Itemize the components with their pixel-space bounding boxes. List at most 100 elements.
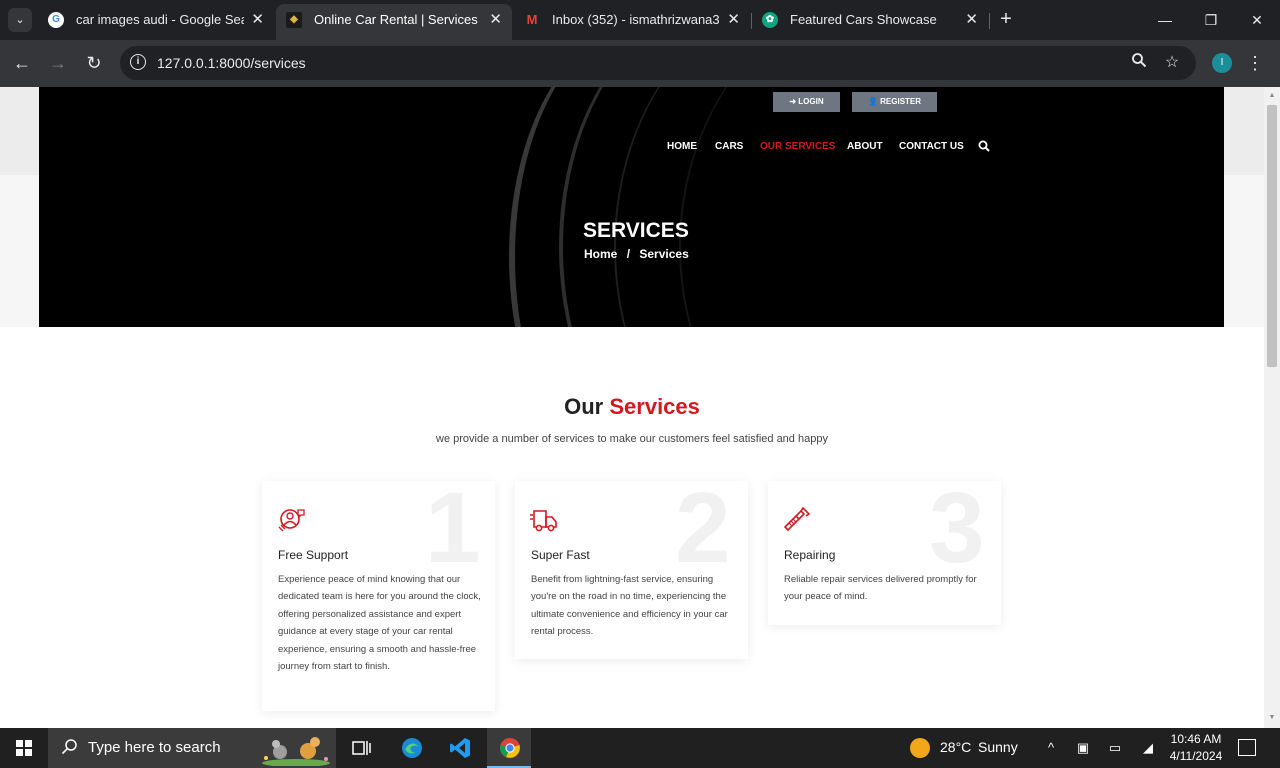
register-label: REGISTER <box>880 97 922 106</box>
nav-home[interactable]: HOME <box>667 141 697 153</box>
tab-separator <box>989 13 990 29</box>
more-menu-icon[interactable]: ⋮ <box>1246 52 1264 74</box>
start-button[interactable] <box>0 728 48 768</box>
card-number: 1 <box>425 472 481 584</box>
tab-title: Featured Cars Showcase <box>790 12 937 27</box>
service-card: 2 Super Fast Benefit from lightning-fast… <box>515 473 748 659</box>
section-title: Our Services <box>0 394 1264 420</box>
taskbar-search-placeholder: Type here to search <box>88 739 221 756</box>
back-arrow-icon[interactable]: ← <box>9 50 35 76</box>
site-logo-icon: ◆ <box>286 12 302 28</box>
battery-icon[interactable]: ▭ <box>1107 740 1123 756</box>
tab-search-chevron-icon[interactable]: ⌄ <box>8 8 32 32</box>
weather-condition[interactable]: Sunny <box>978 739 1018 755</box>
site-info-icon[interactable]: i <box>130 54 146 70</box>
login-label: LOGIN <box>798 97 824 106</box>
scroll-down-arrow-icon[interactable]: ▼ <box>1264 711 1280 725</box>
page-scrollbar[interactable]: ▲ ▼ <box>1264 87 1280 728</box>
windows-logo-icon <box>16 740 32 756</box>
page-title: SERVICES <box>583 219 689 242</box>
section-title-plain: Our <box>564 394 604 419</box>
breadcrumb-current: Services <box>639 247 689 261</box>
bookmark-star-icon[interactable]: ☆ <box>1161 52 1183 74</box>
windows-taskbar: Type here to search 28°C Sunny ^ ▣ ▭ ◢ 1… <box>0 728 1280 768</box>
zoom-icon[interactable] <box>1128 52 1150 74</box>
nav-about[interactable]: ABOUT <box>847 141 883 153</box>
tab-services[interactable]: ◆ Online Car Rental | Services ✕ <box>276 4 512 40</box>
hero-light-streak <box>679 87 1119 327</box>
tab-title: Online Car Rental | Services <box>314 12 478 27</box>
nav-contact-us[interactable]: CONTACT US <box>899 141 964 153</box>
card-title: Free Support <box>278 548 349 562</box>
tab-gmail-inbox[interactable]: M Inbox (352) - ismathrizwana356@gmail.c… <box>514 4 750 40</box>
repair-tool-icon <box>783 506 811 532</box>
scrollbar-thumb[interactable] <box>1267 105 1277 367</box>
task-view-icon <box>352 741 371 755</box>
user-plus-icon: 👤 <box>867 97 878 106</box>
weather-sun-icon[interactable] <box>910 738 930 758</box>
card-number: 3 <box>929 472 985 584</box>
section-subtitle: we provide a number of services to make … <box>436 433 828 445</box>
breadcrumb-home[interactable]: Home <box>584 247 617 261</box>
vscode-icon <box>450 738 470 758</box>
profile-avatar[interactable]: I <box>1212 53 1232 73</box>
browser-toolbar: ← → ↻ i 127.0.0.1:8000/services ☆ I ⋮ <box>0 40 1280 87</box>
browser-tab-bar: ⌄ G car images audi - Google Search ✕ ◆ … <box>0 0 1280 40</box>
card-number: 2 <box>675 472 731 584</box>
tab-google-search[interactable]: G car images audi - Google Search ✕ <box>38 4 274 40</box>
section-title-accent: Services <box>609 394 700 419</box>
taskbar-search-box[interactable]: Type here to search <box>48 728 336 768</box>
support-icon <box>278 509 305 532</box>
breadcrumb-separator: / <box>626 247 631 261</box>
edge-icon <box>402 738 422 758</box>
service-card: 1 Free Support Experience peace of mind … <box>262 473 495 711</box>
breadcrumb: Home / Services <box>584 247 689 261</box>
chrome-icon <box>500 738 520 758</box>
google-icon: G <box>48 12 64 28</box>
delivery-truck-icon <box>530 510 557 532</box>
nav-our-services[interactable]: OUR SERVICES <box>760 141 835 153</box>
task-view-button[interactable] <box>338 728 382 768</box>
new-tab-button[interactable]: + <box>994 8 1018 32</box>
search-icon[interactable] <box>978 140 990 156</box>
card-title: Repairing <box>784 548 836 562</box>
close-icon[interactable]: ✕ <box>251 4 264 36</box>
wifi-icon[interactable]: ◢ <box>1140 740 1156 756</box>
meet-now-icon[interactable]: ▣ <box>1075 740 1091 756</box>
weather-temp[interactable]: 28°C <box>940 739 971 755</box>
close-icon[interactable]: ✕ <box>965 4 978 36</box>
hero-banner: ➜ LOGIN 👤 REGISTER HOME CARS OUR SERVICE… <box>39 87 1224 327</box>
close-icon[interactable]: ✕ <box>489 4 502 36</box>
taskbar-chrome[interactable] <box>487 728 531 768</box>
card-text: Experience peace of mind knowing that ou… <box>278 574 481 673</box>
taskbar-edge[interactable] <box>389 728 433 768</box>
search-highlight-illustration <box>262 737 330 766</box>
tab-featured-cars[interactable]: ✿ Featured Cars Showcase ✕ <box>752 4 988 40</box>
clock-date: 4/11/2024 <box>1169 749 1223 763</box>
restore-button[interactable]: ❐ <box>1188 0 1234 40</box>
address-bar[interactable]: i 127.0.0.1:8000/services ☆ <box>120 46 1196 80</box>
clock-time: 10:46 AM <box>1170 732 1222 746</box>
card-text: Benefit from lightning-fast service, ens… <box>531 574 728 638</box>
chevron-up-icon[interactable]: ^ <box>1043 740 1059 756</box>
login-icon: ➜ <box>789 97 797 106</box>
gmail-icon: M <box>526 12 538 27</box>
url-text[interactable]: 127.0.0.1:8000/services <box>157 46 306 80</box>
scroll-up-arrow-icon[interactable]: ▲ <box>1264 89 1280 103</box>
forward-arrow-icon[interactable]: → <box>45 50 71 76</box>
register-button[interactable]: 👤 REGISTER <box>852 92 937 112</box>
close-icon[interactable]: ✕ <box>727 4 740 36</box>
notification-icon[interactable] <box>1238 739 1256 756</box>
reload-icon[interactable]: ↻ <box>81 50 107 76</box>
login-button[interactable]: ➜ LOGIN <box>773 92 840 112</box>
nav-cars[interactable]: CARS <box>715 141 743 153</box>
window-close-button[interactable]: ✕ <box>1234 0 1280 40</box>
search-icon <box>61 738 79 756</box>
minimize-button[interactable]: — <box>1142 0 1188 40</box>
service-card: 3 Repairing Reliable repair services del… <box>768 473 1001 625</box>
tab-title: car images audi - Google Search <box>76 12 244 27</box>
taskbar-vscode[interactable] <box>437 728 481 768</box>
card-title: Super Fast <box>531 548 590 562</box>
card-text: Reliable repair services delivered promp… <box>784 574 977 603</box>
taskbar-clock[interactable]: 10:46 AM 4/11/2024 <box>1162 731 1230 765</box>
